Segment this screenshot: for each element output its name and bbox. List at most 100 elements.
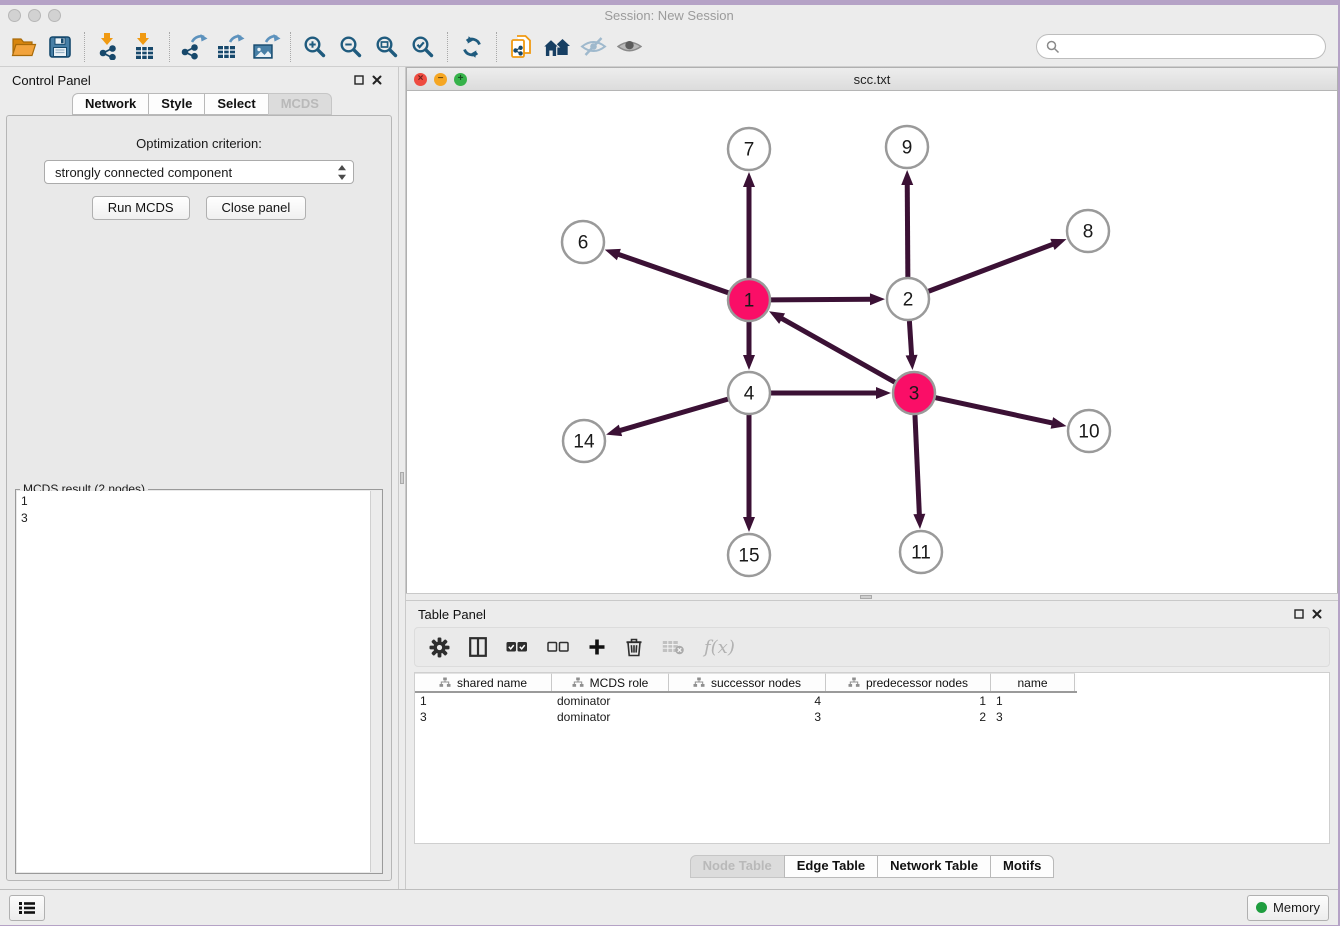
network-canvas[interactable]: 1234678910111415	[407, 91, 1337, 593]
add-column-button[interactable]	[588, 638, 606, 656]
zoom-selected-button[interactable]	[405, 31, 441, 63]
zoom-out-button[interactable]	[333, 31, 369, 63]
table-cell[interactable]: 3	[991, 709, 1075, 725]
search-input[interactable]	[1065, 39, 1316, 54]
mcds-result-list[interactable]: 1 3	[17, 491, 370, 872]
table-tab-node-table[interactable]: Node Table	[690, 855, 785, 878]
toolbar-separator	[290, 32, 291, 62]
edge-2-to-3[interactable]	[909, 321, 911, 357]
window-title: Session: New Session	[0, 5, 1338, 27]
zoom-selected-icon	[411, 35, 435, 59]
float-table-panel-button[interactable]	[1290, 605, 1308, 623]
table-cell[interactable]: dominator	[552, 693, 669, 709]
table-cell[interactable]: 1	[991, 693, 1075, 709]
edge-2-to-8[interactable]	[929, 244, 1055, 292]
export-table-button[interactable]	[212, 31, 248, 63]
close-mcds-panel-button[interactable]: Close panel	[206, 196, 307, 220]
deselect-all-rows-button[interactable]	[547, 641, 569, 653]
delete-table-icon	[662, 639, 685, 655]
edge-arrowhead	[1051, 417, 1067, 429]
column-label: successor nodes	[711, 676, 801, 690]
vertical-splitter[interactable]	[398, 67, 406, 889]
show-all-button[interactable]	[611, 31, 647, 63]
splitter-grip[interactable]	[860, 595, 872, 599]
eye-icon	[616, 35, 643, 58]
column-header-mcds-role[interactable]: MCDS role	[552, 673, 669, 691]
duplicate-network-button[interactable]	[503, 31, 539, 63]
column-type-icon	[848, 677, 860, 688]
table-cell[interactable]: dominator	[552, 709, 669, 725]
float-panel-button[interactable]	[350, 71, 368, 89]
network-minimize-button[interactable]: −	[434, 73, 447, 86]
network-close-button[interactable]: ×	[414, 73, 427, 86]
open-session-button[interactable]	[6, 31, 42, 63]
table-tab-motifs[interactable]: Motifs	[990, 855, 1054, 878]
network-window-titlebar[interactable]: × − + scc.txt	[407, 68, 1337, 91]
column-header-predecessor-nodes[interactable]: predecessor nodes	[826, 673, 991, 691]
table-cell[interactable]: 4	[669, 693, 826, 709]
table-row[interactable]: 3dominator323	[415, 709, 1329, 725]
edge-1-to-2[interactable]	[771, 299, 872, 300]
export-network-button[interactable]	[176, 31, 212, 63]
save-icon	[48, 35, 72, 59]
table-settings-button[interactable]	[429, 637, 450, 658]
hide-selected-button[interactable]	[575, 31, 611, 63]
horizontal-splitter[interactable]	[406, 593, 1338, 601]
import-table-button[interactable]	[127, 31, 163, 63]
table-tab-network-table[interactable]: Network Table	[877, 855, 991, 878]
column-header-successor-nodes[interactable]: successor nodes	[669, 673, 826, 691]
edge-1-to-6[interactable]	[617, 254, 728, 293]
network-zoom-button[interactable]: +	[454, 73, 467, 86]
export-network-icon	[179, 33, 209, 60]
float-icon	[1294, 609, 1304, 619]
column-header-name[interactable]: name	[991, 673, 1075, 691]
edge-3-to-11[interactable]	[915, 415, 919, 516]
close-window-button[interactable]	[8, 9, 21, 22]
tab-select[interactable]: Select	[204, 93, 268, 115]
delete-table-button[interactable]	[662, 639, 685, 655]
network-graph[interactable]: 1234678910111415	[407, 91, 1337, 593]
table-cell[interactable]: 3	[415, 709, 552, 725]
tab-network[interactable]: Network	[72, 93, 149, 115]
column-header-shared-name[interactable]: shared name	[415, 673, 552, 691]
table-cell[interactable]: 1	[826, 693, 991, 709]
import-network-button[interactable]	[91, 31, 127, 63]
table-cell[interactable]: 1	[415, 693, 552, 709]
save-session-button[interactable]	[42, 31, 78, 63]
table-panel: Table Panel	[406, 601, 1338, 889]
result-scrollbar[interactable]	[370, 491, 381, 872]
edge-arrowhead	[913, 514, 925, 529]
table-cell[interactable]: 2	[826, 709, 991, 725]
zoom-in-button[interactable]	[297, 31, 333, 63]
task-history-button[interactable]	[9, 895, 45, 921]
select-all-rows-button[interactable]	[506, 641, 528, 653]
node-label-8: 8	[1083, 222, 1094, 243]
run-mcds-button[interactable]: Run MCDS	[92, 196, 190, 220]
search-field[interactable]	[1036, 34, 1326, 59]
zoom-fit-button[interactable]	[369, 31, 405, 63]
list-icon	[18, 900, 36, 916]
edge-2-to-9[interactable]	[907, 183, 908, 277]
close-table-panel-button[interactable]	[1308, 605, 1326, 623]
delete-column-button[interactable]	[625, 637, 643, 657]
tab-mcds[interactable]: MCDS	[268, 93, 332, 115]
table-row[interactable]: 1dominator411	[415, 693, 1329, 709]
edge-3-to-10[interactable]	[935, 398, 1053, 424]
edge-3-to-1[interactable]	[780, 318, 894, 383]
home-button[interactable]	[539, 31, 575, 63]
zoom-window-button[interactable]	[48, 9, 61, 22]
minimize-window-button[interactable]	[28, 9, 41, 22]
table-cell[interactable]: 3	[669, 709, 826, 725]
splitter-grip[interactable]	[400, 472, 404, 484]
refresh-view-button[interactable]	[454, 31, 490, 63]
function-builder-button[interactable]: f(x)	[704, 637, 735, 658]
export-image-button[interactable]	[248, 31, 284, 63]
split-table-view-button[interactable]	[469, 637, 487, 657]
close-panel-button[interactable]	[368, 71, 386, 89]
edge-4-to-14[interactable]	[619, 399, 728, 431]
table-tab-edge-table[interactable]: Edge Table	[784, 855, 878, 878]
memory-button[interactable]: Memory	[1247, 895, 1329, 921]
tab-style[interactable]: Style	[148, 93, 205, 115]
criterion-dropdown[interactable]: strongly connected component	[44, 160, 354, 184]
edge-arrowhead	[606, 425, 622, 437]
